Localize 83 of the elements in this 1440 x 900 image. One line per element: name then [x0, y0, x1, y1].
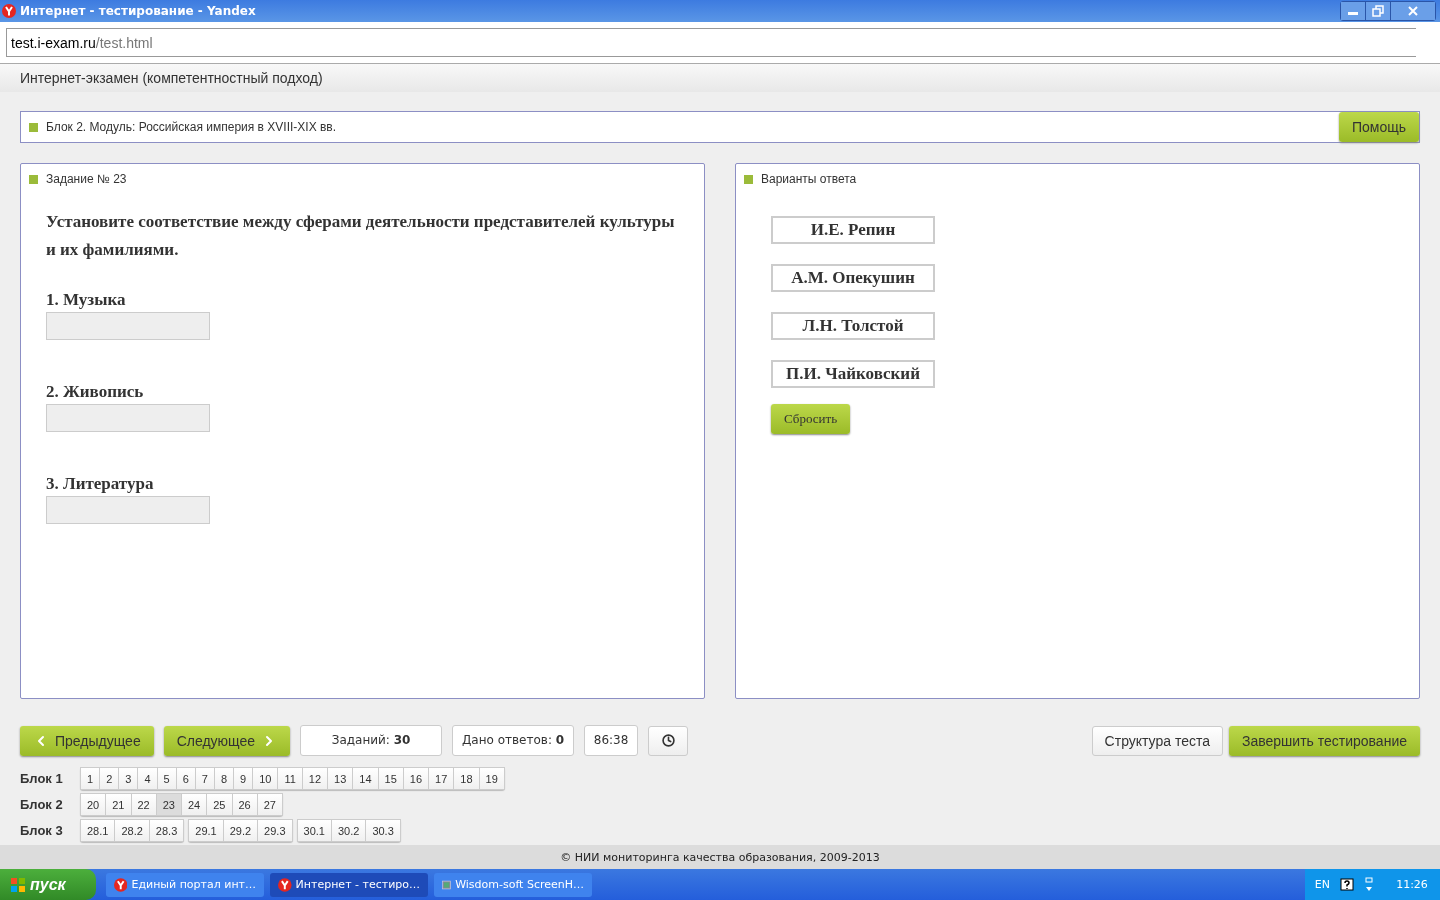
app-header: Интернет-экзамен (компетентностный подход): [20, 70, 323, 86]
question-number-button[interactable]: 16: [403, 767, 430, 790]
question-number-button[interactable]: 30.3: [366, 819, 401, 842]
answers-counter: Дано ответов: 0: [452, 725, 575, 756]
previous-button[interactable]: Предыдущее: [20, 725, 154, 756]
question-number-button[interactable]: 18: [454, 767, 480, 790]
tasks-counter: Заданий: 30: [300, 725, 443, 756]
timer: 86:38: [584, 725, 639, 756]
window-title: Интернет - тестирование - Yandex: [20, 4, 256, 18]
question-number-button[interactable]: 28.2: [115, 819, 150, 842]
question-number-button[interactable]: 29.1: [188, 819, 224, 842]
question-number-button[interactable]: 26: [232, 793, 258, 816]
question-number-button[interactable]: 28.1: [80, 819, 116, 842]
category-label: 3. Литература: [46, 474, 155, 494]
browser-logo-icon: [278, 877, 292, 892]
question-number-button[interactable]: 15: [378, 767, 404, 790]
marker-icon: [29, 122, 38, 132]
question-number-button[interactable]: 9: [234, 767, 254, 790]
browser-logo-icon: [2, 4, 16, 18]
help-icon[interactable]: [1340, 877, 1354, 892]
block-title: Блок 2. Модуль: Российская империя в XVIII-XIX вв.: [46, 120, 337, 134]
taskbar-item[interactable]: Wisdom-soft ScreenH…: [434, 872, 592, 897]
answer-option[interactable]: И.Е. Репин: [771, 216, 935, 244]
windows-tray-icon[interactable]: [1364, 876, 1374, 893]
copyright-text: © НИИ мониторинга качества образования, 2009-2013: [560, 850, 880, 864]
taskbar-item[interactable]: Интернет - тестиро…: [270, 872, 428, 897]
question-number-button[interactable]: 28.3: [149, 819, 185, 842]
block-label: Блок 3: [20, 823, 64, 838]
question-number-button[interactable]: 13: [328, 767, 354, 790]
question-number-button[interactable]: 25: [207, 793, 233, 816]
close-icon: [1407, 5, 1419, 17]
start-button[interactable]: пуск: [0, 869, 96, 900]
question-text: Установите соответствие между сферами деятельности представителей культуры и их фамилиями.: [46, 211, 676, 261]
question-number-button[interactable]: 29.2: [223, 819, 259, 842]
question-number-button[interactable]: 1: [80, 767, 101, 790]
browser-logo-icon: [114, 877, 128, 892]
question-number-button[interactable]: 27: [257, 793, 283, 816]
marker-icon: [744, 174, 753, 184]
question-number-button[interactable]: 29.3: [258, 819, 293, 842]
question-number-button[interactable]: 22: [131, 793, 157, 816]
question-number-button[interactable]: 2: [100, 767, 120, 790]
question-number-button[interactable]: 3: [119, 767, 139, 790]
next-button[interactable]: Следующее: [163, 725, 291, 756]
answer-option[interactable]: П.И. Чайковский: [771, 360, 935, 388]
question-number-button[interactable]: 10: [253, 767, 279, 790]
question-number-button[interactable]: 20: [80, 793, 107, 816]
timer-toggle-button[interactable]: [648, 725, 689, 756]
block-label: Блок 2: [20, 797, 64, 812]
category-label: 2. Живопись: [46, 382, 145, 402]
restore-icon: [1372, 5, 1384, 17]
reset-button[interactable]: Сбросить: [771, 404, 851, 434]
help-button[interactable]: Помощь: [1338, 112, 1419, 142]
minimize-button[interactable]: [1341, 2, 1366, 20]
finish-button[interactable]: Завершить тестирование: [1229, 725, 1420, 756]
question-number-button[interactable]: 30.2: [331, 819, 367, 842]
drop-field[interactable]: [46, 404, 210, 432]
drop-field[interactable]: [46, 312, 210, 340]
answer-option[interactable]: А.М. Опекушин: [771, 264, 935, 292]
restore-button[interactable]: [1366, 2, 1391, 20]
drop-field[interactable]: [46, 496, 210, 524]
app-icon: [442, 877, 452, 892]
address-bar[interactable]: test.i-exam.ru/test.html: [6, 28, 1416, 57]
question-number-button[interactable]: 19: [479, 767, 505, 790]
question-number-button[interactable]: 17: [429, 767, 455, 790]
question-number-button[interactable]: 21: [106, 793, 132, 816]
structure-button[interactable]: Структура теста: [1091, 725, 1223, 756]
marker-icon: [29, 174, 38, 184]
clock: 11:26: [1395, 878, 1429, 891]
clock-icon: [661, 734, 675, 747]
taskbar-item[interactable]: Единый портал инт…: [106, 872, 264, 897]
question-number-button[interactable]: 24: [182, 793, 208, 816]
panel-heading: Варианты ответа: [761, 172, 857, 186]
panel-heading: Задание № 23: [46, 172, 127, 186]
question-number-button[interactable]: 14: [353, 767, 379, 790]
question-number-button[interactable]: 30.1: [296, 819, 332, 842]
question-number-button[interactable]: 4: [138, 767, 158, 790]
question-number-button[interactable]: 11: [278, 767, 303, 790]
question-number-button[interactable]: 23: [156, 793, 182, 816]
question-number-button[interactable]: 12: [302, 767, 329, 790]
windows-logo-icon: [10, 876, 26, 893]
answer-option[interactable]: Л.Н. Толстой: [771, 312, 935, 340]
block-label: Блок 1: [20, 771, 64, 786]
category-label: 1. Музыка: [46, 290, 127, 310]
